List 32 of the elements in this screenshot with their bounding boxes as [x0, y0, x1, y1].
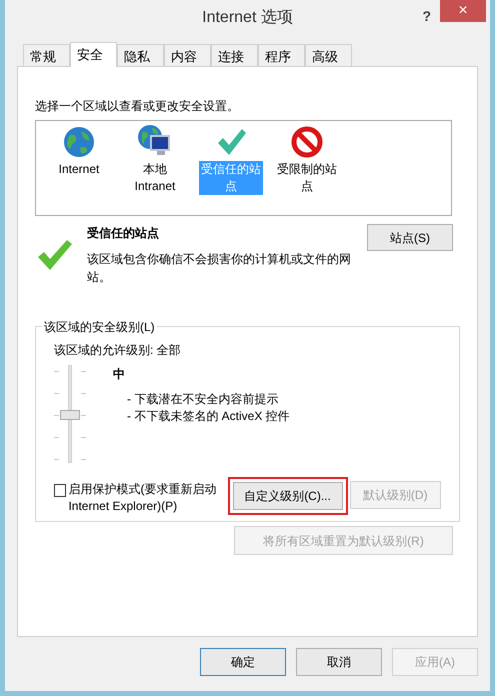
zone-prompt: 选择一个区域以查看或更改安全设置。	[35, 98, 240, 115]
dialog-button[interactable]: 确定	[200, 648, 286, 676]
custom-level-button[interactable]: 自定义级别(C)...	[232, 482, 343, 510]
globe-icon	[63, 126, 95, 158]
level-note: - 不下载未签名的 ActiveX 控件	[127, 408, 290, 425]
zone-label[interactable]: Internet	[47, 161, 111, 178]
checkmark-icon	[37, 238, 73, 272]
tab[interactable]: 常规	[23, 44, 70, 66]
zone-label[interactable]: 受限制的站点	[275, 161, 339, 195]
tab[interactable]: 隐私	[117, 44, 164, 66]
close-button[interactable]: ×	[440, 0, 486, 22]
help-button[interactable]: ?	[422, 6, 431, 27]
allowed-level: 该区域的允许级别: 全部	[54, 342, 182, 359]
security-slider[interactable]	[54, 365, 86, 465]
tab[interactable]: 内容	[164, 44, 211, 66]
tab[interactable]: 连接	[211, 44, 258, 66]
zone-label[interactable]: 本地 Intranet	[123, 161, 187, 195]
level-note: - 下载潜在不安全内容前提示	[127, 391, 280, 408]
tab[interactable]: 安全	[70, 42, 117, 67]
zone-title: 受信任的站点	[87, 225, 160, 242]
tab[interactable]: 程序	[258, 44, 305, 66]
sites-button[interactable]: 站点(S)	[367, 224, 453, 251]
no-entry-icon	[291, 126, 323, 158]
globe-monitor-icon	[137, 124, 173, 158]
group-legend: 该区域的安全级别(L)	[42, 318, 157, 336]
tab[interactable]: 高级	[305, 44, 352, 66]
protected-mode-label: 启用保护模式(要求重新启动 Internet Explorer)(P)	[68, 481, 218, 515]
zone-description: 该区域包含你确信不会损害你的计算机或文件的网站。	[87, 251, 352, 286]
level-name: 中	[113, 366, 126, 383]
checkbox[interactable]	[54, 484, 66, 497]
dialog-button[interactable]: 取消	[296, 648, 382, 676]
window-title: Internet 选项	[202, 8, 293, 28]
